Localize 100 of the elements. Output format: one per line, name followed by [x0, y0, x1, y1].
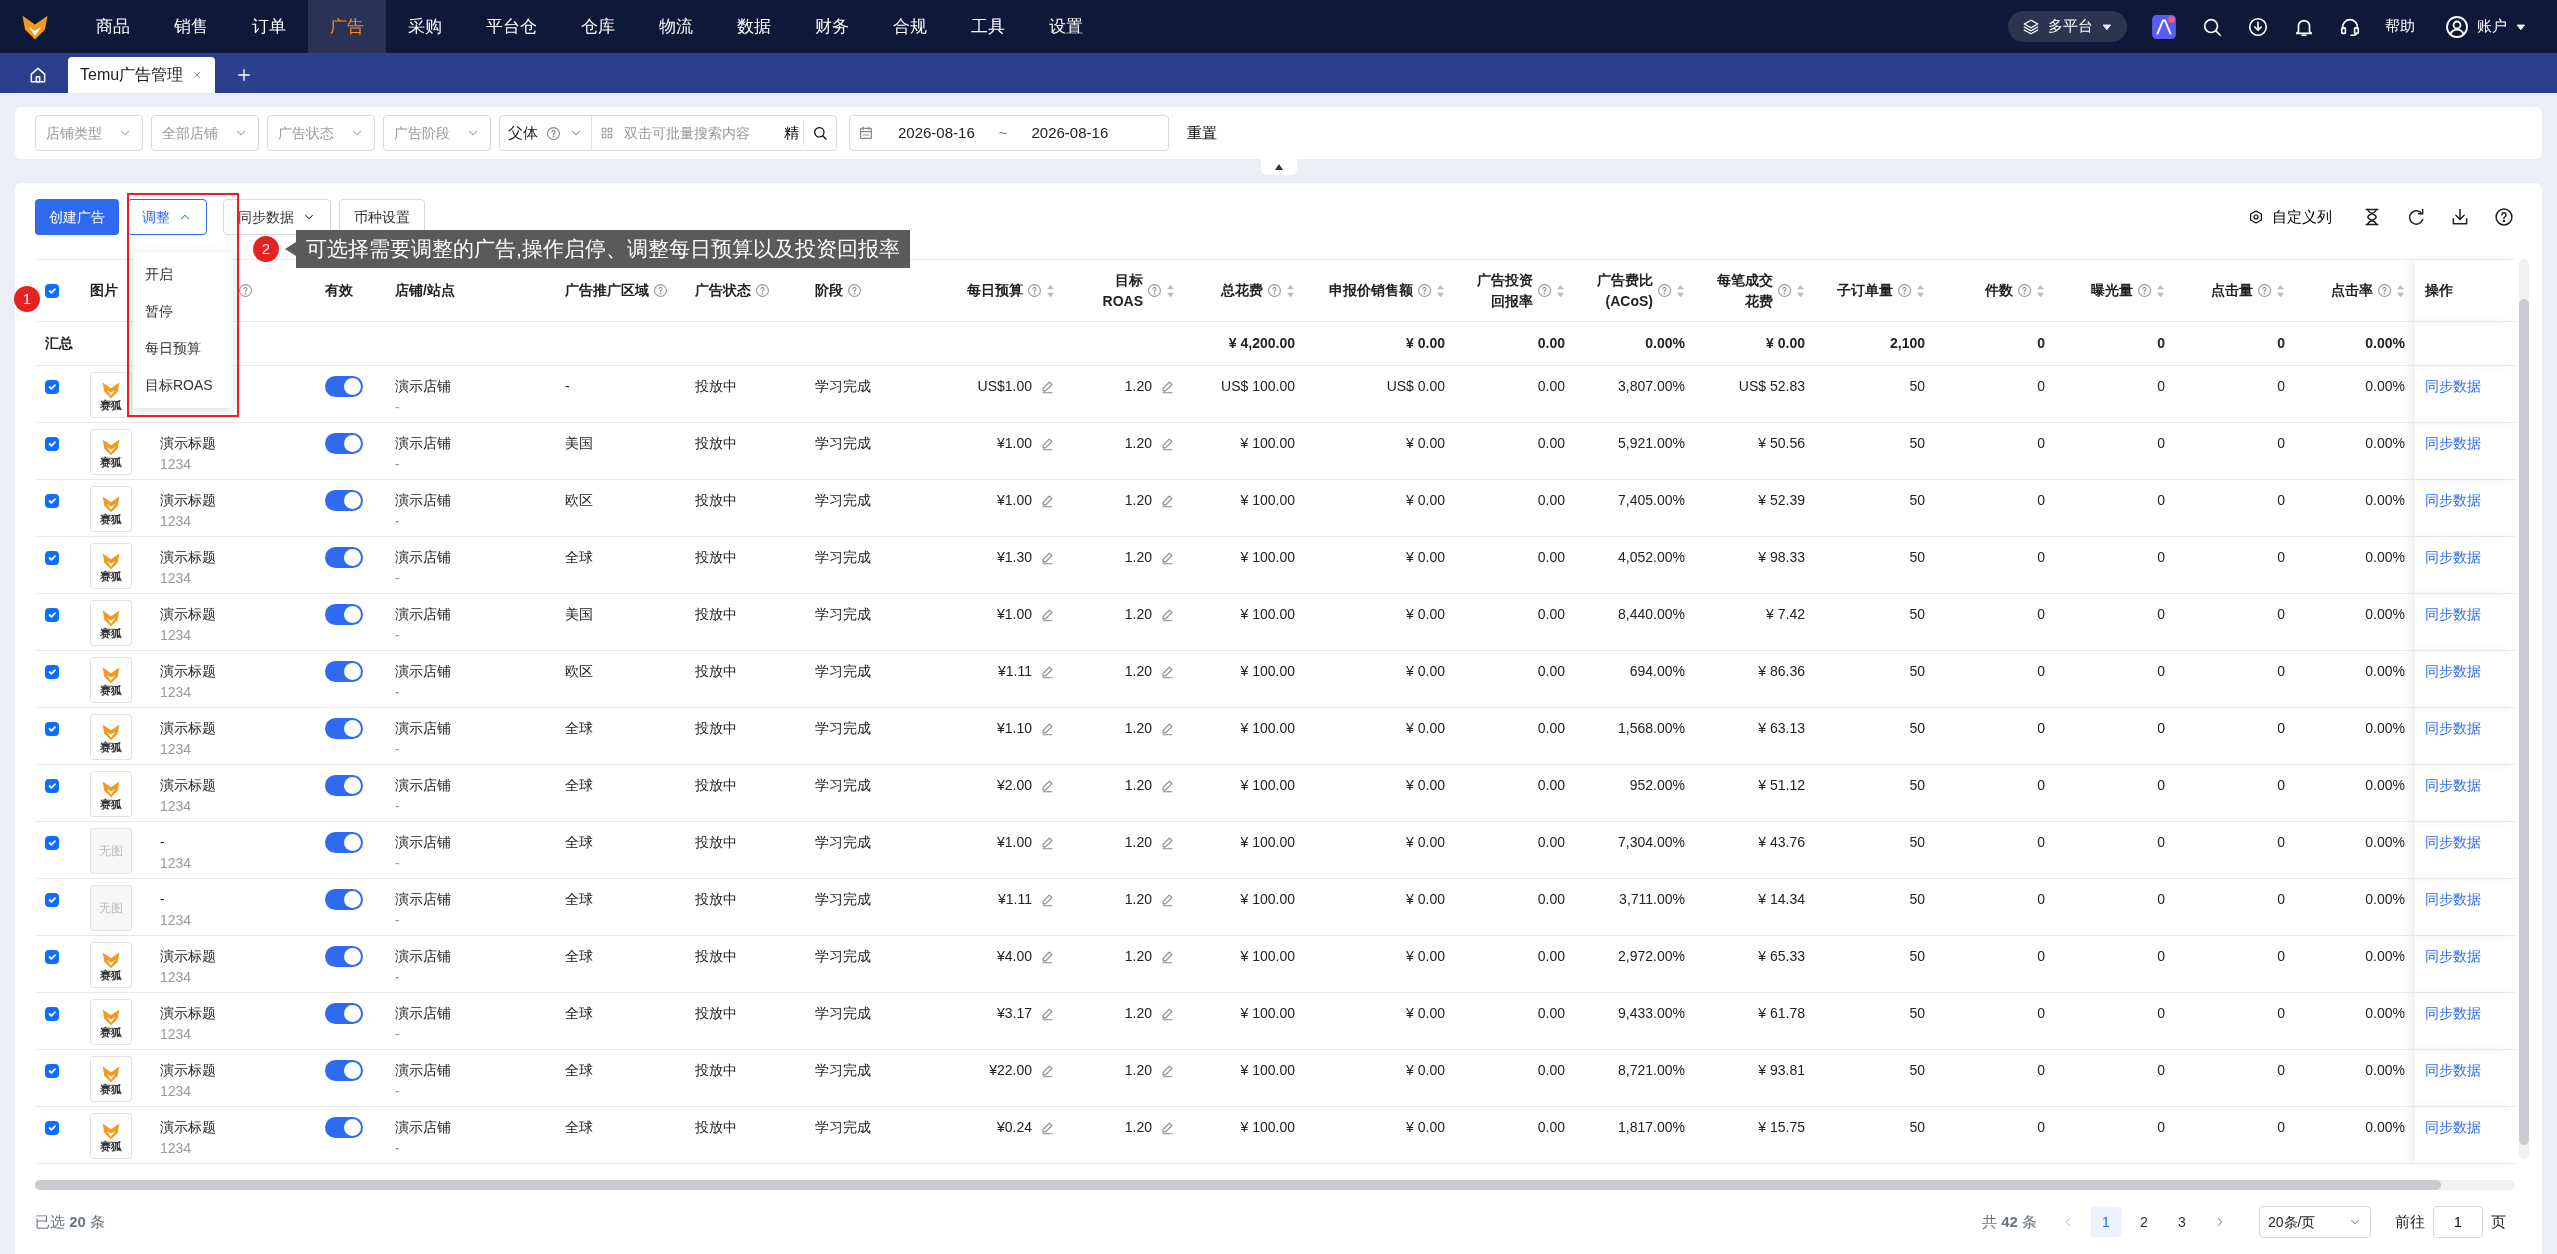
sync-data-button[interactable]: 同步数据 — [223, 199, 331, 235]
row-checkbox[interactable] — [45, 1064, 59, 1078]
pencil-icon[interactable] — [1040, 1063, 1055, 1078]
nav-menu-item[interactable]: 商品 — [74, 0, 152, 53]
sync-data-link[interactable]: 同步数据 — [2425, 1062, 2481, 1078]
pencil-icon[interactable] — [1040, 493, 1055, 508]
sort-icon[interactable] — [2396, 283, 2405, 298]
create-ad-button[interactable]: 创建广告 — [35, 199, 119, 235]
menu-item[interactable]: 暂停 — [133, 293, 233, 330]
row-checkbox[interactable] — [45, 950, 59, 964]
sort-icon[interactable] — [1556, 283, 1565, 298]
pencil-icon[interactable] — [1160, 1120, 1175, 1135]
page-number-button[interactable]: 1 — [2091, 1207, 2121, 1237]
page-number-button[interactable]: 2 — [2129, 1207, 2159, 1237]
search-type-select[interactable]: 父体 — [500, 116, 592, 150]
toggle-switch[interactable] — [325, 832, 363, 853]
toggle-switch[interactable] — [325, 1003, 363, 1024]
sync-data-link[interactable]: 同步数据 — [2425, 378, 2481, 394]
download-icon[interactable] — [2450, 207, 2470, 227]
horizontal-scrollbar[interactable] — [35, 1180, 2515, 1190]
pencil-icon[interactable] — [1040, 949, 1055, 964]
sync-data-link[interactable]: 同步数据 — [2425, 549, 2481, 565]
nav-menu-item[interactable]: 采购 — [386, 0, 464, 53]
pencil-icon[interactable] — [1160, 892, 1175, 907]
row-checkbox[interactable] — [45, 1007, 59, 1021]
pencil-icon[interactable] — [1040, 835, 1055, 850]
account-menu[interactable]: 账户 — [2439, 13, 2533, 40]
nav-menu-item[interactable]: 数据 — [715, 0, 793, 53]
pencil-icon[interactable] — [1040, 721, 1055, 736]
nav-menu-item[interactable]: 合规 — [871, 0, 949, 53]
sync-data-link[interactable]: 同步数据 — [2425, 1119, 2481, 1135]
row-checkbox[interactable] — [45, 836, 59, 850]
adjust-dropdown-button[interactable]: 调整 — [127, 199, 207, 235]
toggle-switch[interactable] — [325, 889, 363, 910]
sort-icon[interactable] — [1796, 283, 1805, 298]
pencil-icon[interactable] — [1160, 493, 1175, 508]
toggle-switch[interactable] — [325, 604, 363, 625]
download-icon[interactable] — [2247, 15, 2269, 38]
pencil-icon[interactable] — [1040, 436, 1055, 451]
sync-data-link[interactable]: 同步数据 — [2425, 777, 2481, 793]
pencil-icon[interactable] — [1160, 835, 1175, 850]
page-number-field[interactable]: 1 — [2433, 1206, 2483, 1238]
row-checkbox[interactable] — [45, 893, 59, 907]
sync-data-link[interactable]: 同步数据 — [2425, 891, 2481, 907]
page-size-select[interactable]: 20条/页 — [2259, 1206, 2371, 1238]
toggle-switch[interactable] — [325, 718, 363, 739]
pencil-icon[interactable] — [1160, 1006, 1175, 1021]
row-checkbox[interactable] — [45, 608, 59, 622]
row-checkbox[interactable] — [45, 437, 59, 451]
toggle-switch[interactable] — [325, 547, 363, 568]
sync-data-link[interactable]: 同步数据 — [2425, 492, 2481, 508]
pencil-icon[interactable] — [1040, 1120, 1055, 1135]
sync-data-link[interactable]: 同步数据 — [2425, 663, 2481, 679]
nav-menu-item[interactable]: 财务 — [793, 0, 871, 53]
custom-columns-button[interactable]: 自定义列 — [2242, 204, 2338, 230]
row-checkbox[interactable] — [45, 380, 59, 394]
nav-menu-item[interactable]: 物流 — [637, 0, 715, 53]
sort-icon[interactable] — [1676, 283, 1685, 298]
pencil-icon[interactable] — [1040, 778, 1055, 793]
pencil-icon[interactable] — [1160, 379, 1175, 394]
row-checkbox[interactable] — [45, 779, 59, 793]
pencil-icon[interactable] — [1160, 607, 1175, 622]
row-checkbox[interactable] — [45, 665, 59, 679]
hourglass-icon[interactable] — [2362, 207, 2382, 227]
toggle-switch[interactable] — [325, 490, 363, 511]
collapse-handle[interactable] — [1260, 159, 1297, 175]
row-checkbox[interactable] — [45, 494, 59, 508]
app-icon[interactable] — [2151, 13, 2177, 40]
platform-dropdown[interactable]: 多平台 — [2008, 11, 2127, 42]
sync-data-link[interactable]: 同步数据 — [2425, 606, 2481, 622]
exact-match-toggle[interactable]: 精 — [780, 120, 804, 146]
toggle-switch[interactable] — [325, 946, 363, 967]
nav-menu-item[interactable]: 工具 — [949, 0, 1027, 53]
sort-icon[interactable] — [2276, 283, 2285, 298]
toggle-switch[interactable] — [325, 775, 363, 796]
reset-button[interactable]: 重置 — [1181, 120, 1223, 146]
row-checkbox[interactable] — [45, 551, 59, 565]
menu-item[interactable]: 每日预算 — [133, 330, 233, 367]
toggle-switch[interactable] — [325, 1117, 363, 1138]
nav-menu-item[interactable]: 仓库 — [559, 0, 637, 53]
nav-menu-item[interactable]: 广告 — [308, 0, 386, 53]
toggle-switch[interactable] — [325, 1060, 363, 1081]
refresh-icon[interactable] — [2406, 207, 2426, 227]
nav-menu-item[interactable]: 销售 — [152, 0, 230, 53]
sync-data-link[interactable]: 同步数据 — [2425, 435, 2481, 451]
pencil-icon[interactable] — [1160, 1063, 1175, 1078]
sync-data-link[interactable]: 同步数据 — [2425, 948, 2481, 964]
pencil-icon[interactable] — [1040, 550, 1055, 565]
pencil-icon[interactable] — [1160, 436, 1175, 451]
date-range-field[interactable]: 2026-08-16 ~ 2026-08-16 — [849, 115, 1169, 151]
pencil-icon[interactable] — [1160, 550, 1175, 565]
pencil-icon[interactable] — [1160, 664, 1175, 679]
row-checkbox[interactable] — [45, 722, 59, 736]
sort-icon[interactable] — [1046, 283, 1055, 298]
pencil-icon[interactable] — [1160, 721, 1175, 736]
sort-icon[interactable] — [1166, 283, 1175, 298]
menu-item[interactable]: 开启 — [133, 256, 233, 293]
sync-data-link[interactable]: 同步数据 — [2425, 834, 2481, 850]
pencil-icon[interactable] — [1040, 1006, 1055, 1021]
pencil-icon[interactable] — [1040, 607, 1055, 622]
